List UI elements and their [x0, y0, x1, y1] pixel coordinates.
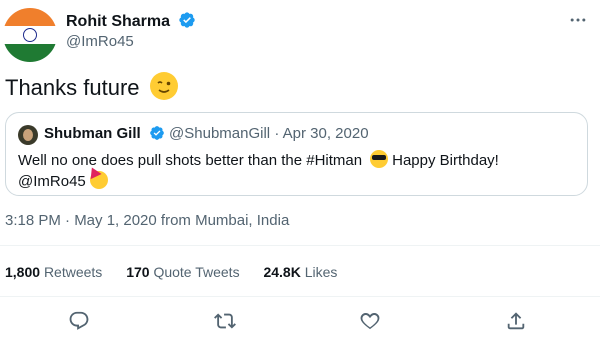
divider [0, 296, 600, 297]
likes-count: 24.8K [263, 264, 301, 280]
winking-face-emoji-icon [149, 72, 178, 100]
author-name-row[interactable]: Rohit Sharma [66, 11, 196, 34]
quoted-text-before: Well no one does pull shots better than … [18, 152, 363, 169]
quoted-separator: · [274, 125, 280, 142]
author-name[interactable]: Rohit Sharma [66, 13, 170, 30]
quoted-mention: @ImRo45 [18, 173, 86, 190]
retweets-stat[interactable]: 1,800 Retweets [5, 264, 106, 280]
divider [0, 245, 600, 246]
more-icon[interactable] [568, 10, 588, 35]
flag-wheel-icon [23, 28, 37, 42]
tweet-stats: 1,800 Retweets 170 Quote Tweets 24.8K Li… [5, 264, 357, 280]
flag-saffron-band [3, 8, 57, 27]
quoted-text-after: Happy Birthday! [392, 152, 499, 169]
author-handle[interactable]: @ImRo45 [66, 33, 134, 50]
share-icon[interactable] [505, 310, 527, 332]
tweet-timestamp[interactable]: 3:18 PM · May 1, 2020 from Mumbai, India [5, 212, 289, 229]
quoted-tweet-body: Well no one does pull shots better than … [18, 150, 578, 192]
sunglasses-emoji-icon [370, 150, 389, 168]
verified-badge-icon [178, 11, 196, 34]
reply-icon[interactable] [68, 310, 90, 332]
quoted-tweet-card[interactable]: Shubman Gill @ShubmanGill · Apr 30, 2020… [5, 112, 588, 196]
quote-tweets-label: Quote Tweets [153, 264, 240, 280]
heart-icon[interactable] [359, 310, 381, 332]
quoted-date: Apr 30, 2020 [282, 125, 369, 142]
quote-tweets-count: 170 [126, 264, 150, 280]
quote-tweets-stat[interactable]: 170 Quote Tweets [126, 264, 243, 280]
likes-stat[interactable]: 24.8K Likes [263, 264, 337, 280]
likes-label: Likes [304, 264, 338, 280]
flag-green-band [3, 44, 57, 62]
author-avatar[interactable] [3, 8, 57, 62]
retweets-count: 1,800 [5, 264, 41, 280]
tweet-text: Thanks future [5, 75, 140, 100]
quoted-author-avatar [18, 125, 38, 145]
retweets-label: Retweets [43, 264, 103, 280]
tweet-text-row: Thanks future [5, 72, 178, 101]
quoted-author-handle: @ShubmanGill [169, 125, 271, 142]
party-face-emoji-icon [89, 171, 108, 189]
quoted-tweet-header: Shubman Gill @ShubmanGill · Apr 30, 2020 [44, 125, 369, 145]
quoted-author-name: Shubman Gill [44, 125, 141, 142]
verified-badge-icon [149, 125, 165, 145]
retweet-icon[interactable] [214, 310, 236, 332]
